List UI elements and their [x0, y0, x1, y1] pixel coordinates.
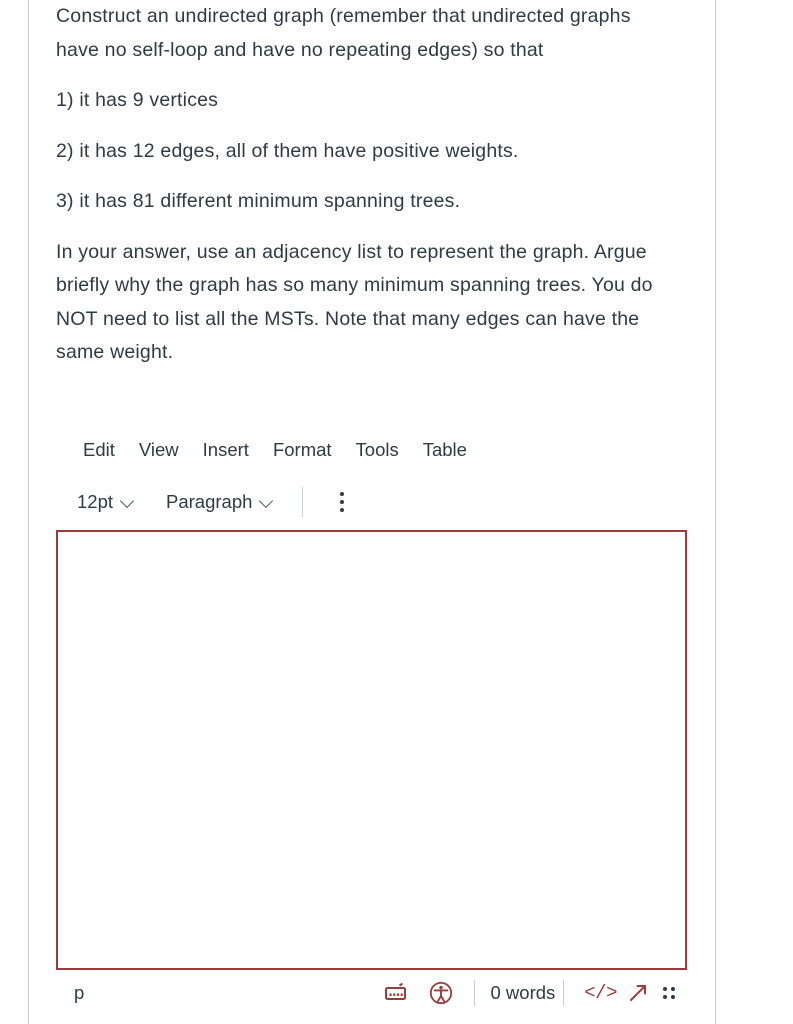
- chevron-down-icon: [260, 495, 273, 508]
- question-requirement-1: 1) it has 9 vertices: [56, 89, 219, 111]
- fullscreen-arrow-icon[interactable]: [623, 978, 653, 1008]
- question-prompt: Construct an undirected graph (remember …: [56, 0, 676, 387]
- menu-table[interactable]: Table: [411, 435, 479, 466]
- page-root: Construct an undirected graph (remember …: [0, 0, 793, 1024]
- kebab-dot: [340, 492, 345, 496]
- editor-menubar: Edit View Insert Format Tools Table: [56, 424, 687, 476]
- block-format-dropdown[interactable]: Paragraph: [159, 486, 280, 518]
- question-requirement-3: 3) it has 81 different minimum spanning …: [56, 190, 461, 212]
- statusbar-divider: [563, 980, 565, 1006]
- html-editor-icon[interactable]: </>: [578, 982, 623, 1004]
- word-count[interactable]: 0 words: [489, 982, 558, 1004]
- toolbar-divider: [302, 487, 304, 517]
- editor-text-area[interactable]: [56, 530, 687, 970]
- grip-dot: [671, 995, 675, 999]
- menu-view[interactable]: View: [127, 435, 191, 466]
- statusbar-divider: [473, 980, 475, 1006]
- menu-tools[interactable]: Tools: [344, 435, 411, 466]
- content-column-right-rule: [715, 0, 716, 1024]
- menu-edit[interactable]: Edit: [71, 435, 127, 466]
- block-format-value: Paragraph: [166, 491, 253, 512]
- accessibility-icon[interactable]: [424, 978, 458, 1008]
- toolbar-overflow-button[interactable]: [323, 483, 361, 521]
- grip-dot: [663, 987, 667, 991]
- kebab-dot: [340, 508, 345, 512]
- question-paragraph-intro: Construct an undirected graph (remember …: [56, 5, 631, 61]
- font-size-value: 12pt: [77, 491, 114, 512]
- keyboard-icon[interactable]: [380, 978, 414, 1008]
- question-paragraph-outro: In your answer, use an adjacency list to…: [56, 240, 653, 364]
- menu-insert[interactable]: Insert: [191, 435, 261, 466]
- question-requirement-2: 2) it has 12 edges, all of them have pos…: [56, 139, 519, 162]
- kebab-dot: [340, 500, 345, 504]
- editor-statusbar: p 0 words </>: [56, 970, 687, 1016]
- grip-dot: [663, 995, 667, 999]
- chevron-down-icon: [121, 495, 134, 508]
- content-column-left-rule: [28, 0, 29, 1024]
- element-path[interactable]: p: [70, 980, 88, 1006]
- font-size-dropdown[interactable]: 12pt: [70, 486, 141, 518]
- menu-format[interactable]: Format: [261, 435, 344, 466]
- editor-toolbar: 12pt Paragraph: [56, 476, 687, 528]
- grip-dot: [671, 987, 675, 991]
- rich-content-editor: Edit View Insert Format Tools Table 12pt…: [56, 424, 687, 1016]
- resize-handle[interactable]: [657, 980, 681, 1006]
